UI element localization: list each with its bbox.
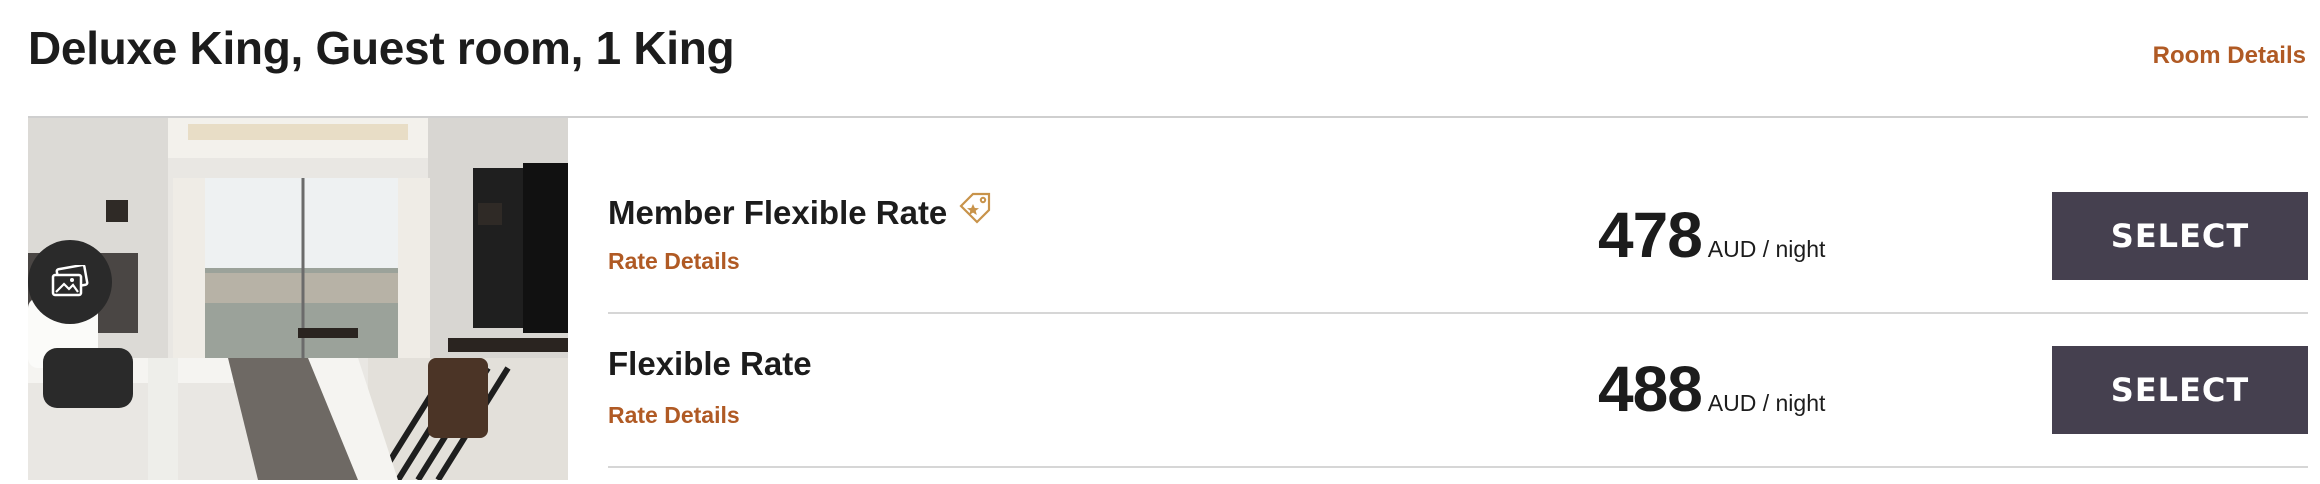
select-button[interactable]: SELECT <box>2052 346 2308 434</box>
price-amount: 488 <box>1598 353 1703 425</box>
rate-name-label: Flexible Rate <box>608 345 812 382</box>
room-photo-image <box>28 118 568 480</box>
room-details-link[interactable]: Room Details <box>2153 42 2306 70</box>
select-button[interactable]: SELECT <box>2052 192 2308 280</box>
price-unit: AUD / night <box>1707 390 1826 416</box>
price-amount: 478 <box>1598 199 1703 271</box>
gallery-icon <box>51 265 89 297</box>
rate-row-flexible: Flexible Rate Rate Details 488 AUD / nig… <box>608 314 2308 468</box>
rate-name: Flexible Rate <box>608 344 812 384</box>
price: 478 AUD / night <box>1598 200 1825 270</box>
price: 488 AUD / night <box>1598 354 1825 424</box>
price-unit: AUD / night <box>1707 236 1826 262</box>
rate-name-label: Member Flexible Rate <box>608 193 948 231</box>
price-tag-icon <box>957 190 993 235</box>
rate-row-member-flexible: Member Flexible Rate Rate Details 478 AU… <box>608 160 2308 314</box>
room-photo[interactable] <box>28 118 568 480</box>
gallery-button[interactable] <box>28 240 112 324</box>
rate-details-link[interactable]: Rate Details <box>608 402 740 429</box>
rate-details-link[interactable]: Rate Details <box>608 248 740 275</box>
rate-divider <box>608 466 2308 468</box>
room-title: Deluxe King, Guest room, 1 King <box>28 22 735 74</box>
rate-name: Member Flexible Rate <box>608 190 993 235</box>
